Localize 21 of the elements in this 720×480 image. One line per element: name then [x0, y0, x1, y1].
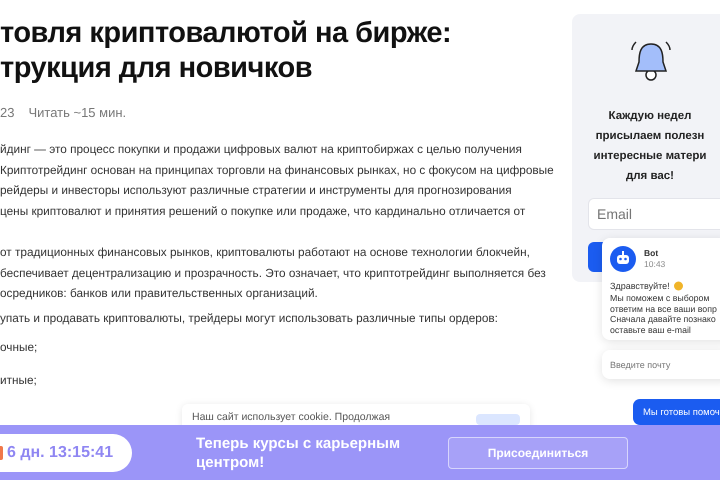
paragraph: упать и продавать криптовалюты, трейдеры могут использовать различные типы ордеров:	[0, 310, 499, 326]
bot-avatar-icon	[610, 246, 636, 272]
list-item: очные;	[0, 340, 38, 354]
accept-button[interactable]	[476, 414, 520, 425]
publish-date: 23	[0, 105, 14, 120]
cookie-text: Наш сайт использует cookie. Продолжая	[192, 411, 390, 423]
list-item: итные;	[0, 373, 38, 387]
article-title: товля криптовалютой на бирже: трукция для новичков	[0, 16, 452, 86]
subscribe-text: Каждую недел присылаем полезн интересные матери для вас!	[592, 109, 706, 184]
paragraph: йдинг — это процесс покупки и продажи цифровых валют на криптобиржах с целью получения Криптотрейдинг основан на принципах торговли на финансовых рынках, но с фокусом на цифровые рейдеры и инвесторы используют различные стратегии и инструменты для прогнозирования цены криптовалют и принятия решений о покупке или продаже, что кардинально отличается от	[0, 141, 555, 220]
help-button[interactable]: Мы готовы помоч	[633, 399, 720, 425]
chat-message: Мы поможем с выбором ответим на все ваши вопр Сначала давайте познако оставьте ваш e-mail	[610, 293, 718, 335]
paragraph: от традиционных финансовых рынков, криптовалюты работают на основе технологии блокчейн, беспечивает децентрализацию и прозрачность. Это означает, что криптотрейдинг выполняется без осредников: банков или правительственных организаций.	[0, 244, 547, 302]
banner-headline: Теперь курсы с карьерным центром!	[196, 434, 402, 472]
read-time: Читать ~15 мин.	[28, 105, 126, 120]
sender-name: Bot	[644, 248, 660, 259]
timer-text: 6 дн. 13:15:41	[7, 444, 114, 462]
message-time: 10:43	[644, 259, 666, 270]
greeting-text: Здравствуйте!	[610, 280, 670, 290]
chat-email-field[interactable]: Введите почту	[602, 350, 720, 379]
email-field[interactable]: Email	[588, 198, 720, 230]
